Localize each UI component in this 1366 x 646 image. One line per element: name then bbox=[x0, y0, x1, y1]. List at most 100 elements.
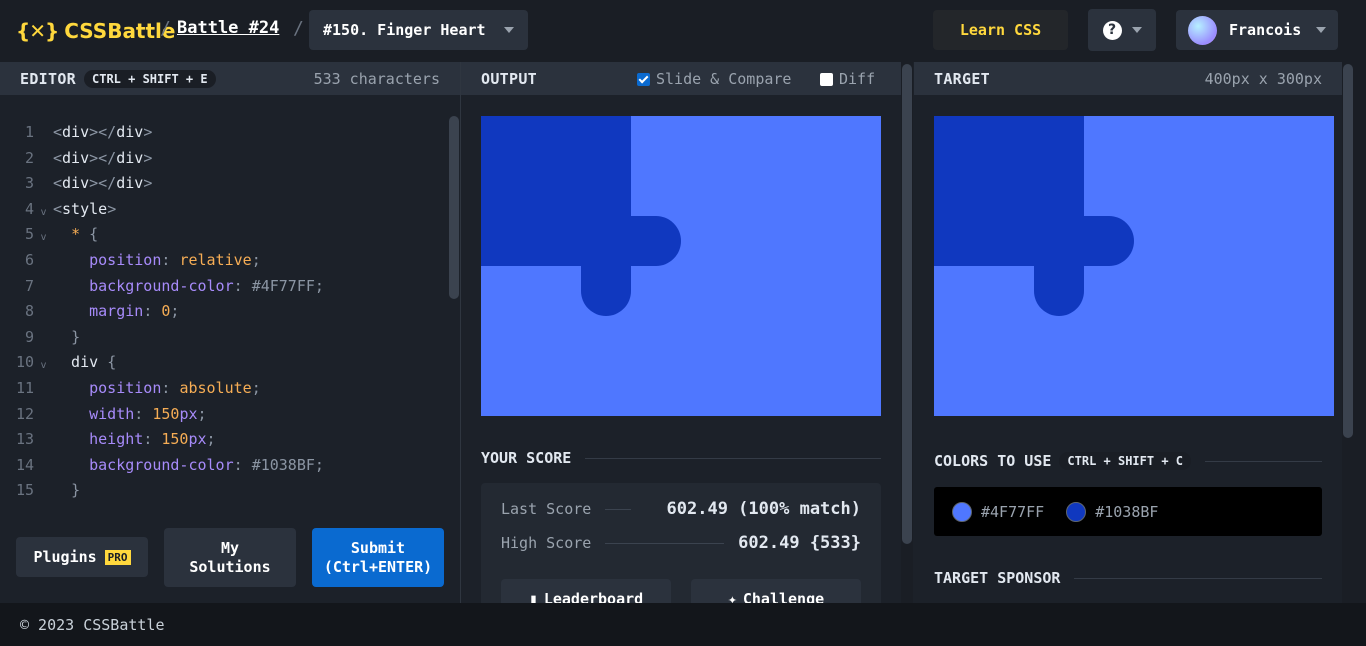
output-preview[interactable] bbox=[481, 116, 881, 416]
color-swatch bbox=[1066, 501, 1087, 522]
code-line[interactable]: 10 v div { bbox=[0, 350, 116, 375]
output-scrollbar[interactable] bbox=[902, 64, 912, 544]
my-solutions-button[interactable]: My Solutions bbox=[164, 528, 296, 587]
fold-icon[interactable]: v bbox=[34, 222, 53, 250]
user-menu-button[interactable]: Francois bbox=[1176, 10, 1338, 50]
code-token: : bbox=[233, 276, 252, 295]
fold-icon bbox=[34, 478, 53, 481]
color-swatch-item[interactable]: #1038BF bbox=[1066, 501, 1158, 522]
code-line[interactable]: 3 <div></div> bbox=[0, 171, 152, 196]
editor-scrollbar[interactable] bbox=[449, 116, 459, 299]
code-line[interactable]: 9 } bbox=[0, 325, 80, 350]
editor-title: EDITOR bbox=[20, 69, 76, 88]
footer: © 2023 CSSBattle bbox=[0, 603, 1366, 646]
code-token: > bbox=[143, 174, 153, 193]
pro-badge: PRO bbox=[104, 549, 131, 565]
copyright: © 2023 CSSBattle bbox=[20, 615, 165, 634]
line-number: 13 bbox=[15, 430, 34, 449]
line-number: 2 bbox=[24, 148, 34, 167]
diff-toggle[interactable]: Diff bbox=[820, 70, 875, 88]
code-token: : bbox=[161, 251, 180, 269]
leaderboard-label: Leaderboard bbox=[543, 590, 644, 603]
code-line[interactable]: 2 <div></div> bbox=[0, 146, 152, 171]
code-token: > bbox=[143, 123, 153, 141]
line-number: 5 bbox=[24, 225, 34, 244]
code-line[interactable]: 7 background-color: #4F77FF; bbox=[0, 274, 324, 299]
code-token: #1038BF bbox=[251, 455, 315, 474]
line-number: 10 bbox=[15, 353, 34, 372]
fold-icon bbox=[34, 376, 53, 379]
last-score-label: Last Score bbox=[501, 500, 592, 518]
code-token: ></ bbox=[89, 174, 117, 193]
code-line[interactable]: 5v * { bbox=[0, 222, 98, 247]
code-editor[interactable]: 1 <div></div> 2 <div></div> 3 <div></div> 4 v <s… bbox=[0, 95, 460, 512]
line-number: 15 bbox=[15, 481, 34, 500]
high-score-row: High Score 602.49 {533} bbox=[501, 533, 861, 553]
code-line[interactable]: 15 } bbox=[0, 478, 80, 503]
fold-icon[interactable]: v bbox=[34, 350, 53, 378]
code-token: > bbox=[107, 199, 117, 218]
slide-compare-toggle[interactable]: Slide & Compare bbox=[637, 70, 791, 88]
target-scrollbar[interactable] bbox=[1343, 64, 1353, 438]
code-line[interactable]: 4 v <style> bbox=[0, 197, 116, 222]
code-token: 150 bbox=[161, 430, 189, 449]
code-token: { bbox=[89, 225, 99, 244]
editor-actions: Plugins PRO My Solutions Submit (Ctrl+EN… bbox=[0, 512, 460, 603]
score-card: Last Score 602.49 (100% match) High Scor… bbox=[481, 483, 881, 603]
character-count: 533 characters bbox=[313, 69, 440, 88]
code-line[interactable]: 11 position: absolute; bbox=[0, 376, 261, 401]
submit-button[interactable]: Submit (Ctrl+ENTER) bbox=[312, 528, 444, 587]
colors-heading: COLORS TO USE CTRL + SHIFT + C bbox=[934, 452, 1322, 470]
code-token: : bbox=[143, 302, 162, 321]
code-token: px bbox=[179, 404, 198, 423]
learn-css-button[interactable]: Learn CSS bbox=[933, 10, 1068, 50]
code-token: style bbox=[62, 199, 108, 218]
help-menu-button[interactable]: ? bbox=[1088, 9, 1156, 51]
code-token: > bbox=[143, 148, 153, 167]
leaderboard-button[interactable]: ▮ Leaderboard bbox=[501, 579, 671, 603]
code-token: relative bbox=[179, 251, 252, 269]
code-token: : bbox=[143, 430, 162, 449]
chevron-down-icon bbox=[504, 27, 514, 33]
high-score-label: High Score bbox=[501, 534, 592, 552]
fold-icon bbox=[34, 402, 53, 405]
page-scrollbar[interactable] bbox=[1354, 0, 1366, 646]
your-score-heading: YOUR SCORE bbox=[481, 449, 881, 467]
code-token: ; bbox=[251, 251, 261, 269]
code-token: #4F77FF bbox=[251, 276, 315, 295]
code-token: background-color bbox=[89, 276, 234, 295]
code-token: position bbox=[89, 379, 162, 397]
editor-shortcut-badge: CTRL + SHIFT + E bbox=[84, 69, 216, 88]
line-number: 4 bbox=[24, 199, 34, 218]
color-swatch-item[interactable]: #4F77FF bbox=[952, 501, 1044, 522]
code-token: : bbox=[233, 455, 252, 474]
line-number: 11 bbox=[15, 379, 34, 397]
logo[interactable]: {✕} CSSBattle bbox=[16, 16, 175, 46]
code-line[interactable]: 6 position: relative; bbox=[0, 248, 261, 273]
line-number: 3 bbox=[24, 174, 34, 193]
code-line[interactable]: 12 width: 150px; bbox=[0, 402, 207, 427]
code-line[interactable]: 13 height: 150px; bbox=[0, 427, 216, 452]
code-token: ; bbox=[197, 404, 207, 423]
battle-link[interactable]: Battle #24 bbox=[177, 18, 279, 38]
slide-compare-checkbox[interactable] bbox=[637, 72, 650, 86]
challenge-button[interactable]: ✦ Challenge bbox=[691, 579, 861, 603]
divider bbox=[1205, 460, 1322, 462]
code-line[interactable]: 1 <div></div> bbox=[0, 120, 152, 145]
code-line[interactable]: 14 background-color: #1038BF; bbox=[0, 453, 324, 478]
plugins-button[interactable]: Plugins PRO bbox=[16, 537, 148, 577]
fold-icon bbox=[34, 427, 53, 430]
fold-icon[interactable]: v bbox=[34, 197, 53, 225]
code-token: div bbox=[116, 123, 144, 141]
code-token: div bbox=[62, 148, 90, 167]
diff-checkbox[interactable] bbox=[820, 72, 833, 86]
code-token: background-color bbox=[89, 455, 234, 474]
code-line[interactable]: 8 margin: 0; bbox=[0, 299, 179, 324]
level-select[interactable]: #150. Finger Heart bbox=[309, 10, 528, 50]
line-number: 7 bbox=[24, 276, 34, 295]
code-token: absolute bbox=[179, 379, 252, 397]
code-token: ; bbox=[314, 276, 324, 295]
